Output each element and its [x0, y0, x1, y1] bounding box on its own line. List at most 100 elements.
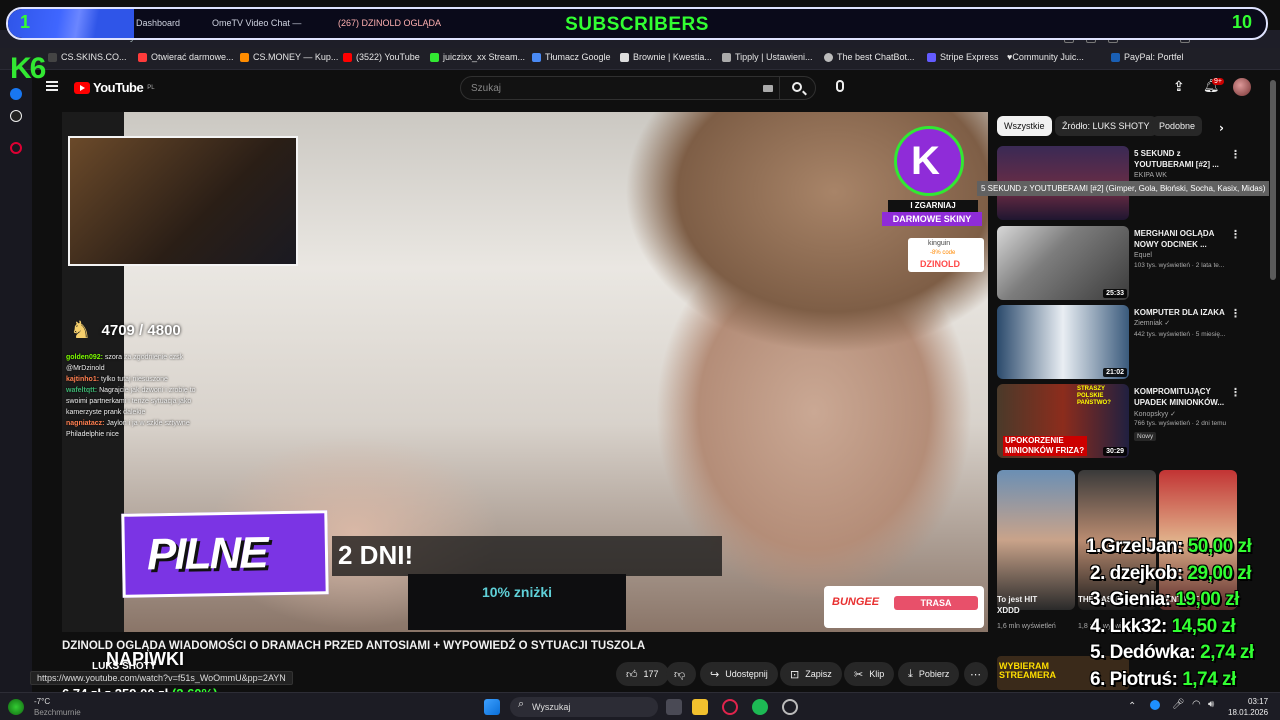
bookmark-2[interactable]: CS.MONEY — Kup... [240, 52, 338, 62]
tiktok-icon[interactable] [10, 110, 22, 122]
microphone-icon[interactable]: 🎤︎ [1172, 699, 1185, 710]
microphone-icon[interactable] [836, 80, 844, 92]
bookmark-9[interactable]: Stripe Express [927, 52, 999, 62]
more-actions-button[interactable]: ⋯ [964, 662, 988, 686]
spotify-icon[interactable] [752, 699, 768, 715]
thumbs-up-icon: 👍︎ [626, 667, 638, 681]
bookmark-3[interactable]: (3522) YouTube [343, 52, 420, 62]
bookmark-11[interactable]: PayPal: Portfel [1111, 52, 1184, 62]
rec-title[interactable]: MERGHANI OGLĄDA NOWY ODCINEK ... [1134, 228, 1226, 250]
more-icon[interactable]: ⋮ [1230, 228, 1241, 241]
bookmark-label: Tłumacz Google [545, 52, 611, 62]
bookmark-icon: ⊡ [790, 667, 800, 681]
avatar[interactable] [1233, 78, 1251, 96]
tray-icon[interactable] [1150, 700, 1160, 710]
search-button[interactable] [779, 77, 815, 99]
thumbs-down-icon: 👎︎ [674, 667, 686, 681]
rec-title[interactable]: KOMPUTER DLA IZAKA [1134, 307, 1226, 318]
bookmark-icon [824, 52, 833, 62]
notification-badge: 9+ [1212, 78, 1224, 85]
leaderboard-row: 3. Gienia: 19,00 zł [1090, 589, 1239, 611]
create-icon[interactable]: ⇪ [1173, 80, 1185, 94]
bookmark-label: CS.SKINS.CO... [61, 52, 127, 62]
short-thumbnail[interactable] [997, 470, 1075, 610]
rec-channel[interactable]: Ziemniak ✓ [1134, 319, 1170, 327]
share-button[interactable]: ↪ Udostępnij [700, 662, 778, 686]
recommendation-item[interactable]: 25:33 MERGHANI OGLĄDA NOWY ODCINEK ... E… [997, 226, 1247, 302]
bookmark-6[interactable]: Brownie | Kwestia... [620, 52, 712, 62]
app-icon[interactable] [782, 699, 798, 715]
chevron-up-icon[interactable]: ⌃ [1128, 701, 1136, 712]
clip-button[interactable]: ✂ Klip [844, 662, 895, 686]
taskbar-search[interactable]: Wyszukaj [510, 697, 658, 717]
like-button[interactable]: 👍︎ 177 [616, 662, 669, 686]
bookmark-1[interactable]: Otwierać darmowe... [138, 52, 234, 62]
bookmark-8[interactable]: The best ChatBot... [824, 52, 915, 62]
volume-icon[interactable]: 🔊︎ [1208, 699, 1214, 710]
rec-channel[interactable]: Equel [1134, 252, 1152, 259]
chat-message: kamerzyste prank dalekie [66, 407, 216, 418]
bookmark-label: ♥Community Juic... [1007, 52, 1084, 62]
rec-title[interactable]: 5 SEKUND z YOUTUBERAMI [#2] ... [1134, 148, 1226, 170]
video-thumbnail[interactable]: 21:02 [997, 305, 1129, 379]
video-thumbnail[interactable]: UPOKORZENIE MINIONKÓW FRIZA? STRASZY POL… [997, 384, 1129, 458]
bookmark-4[interactable]: juiczixx_xx Stream... [430, 52, 525, 62]
chat-message: swoimi partnerkami i tenże sytuacja jako [66, 396, 216, 407]
more-icon[interactable]: ⋮ [1230, 307, 1241, 320]
bookmark-10[interactable]: ♥Community Juic... [1007, 52, 1084, 62]
windows-start-icon[interactable] [484, 699, 500, 715]
video-thumbnail[interactable]: 25:33 [997, 226, 1129, 300]
messenger-icon[interactable] [10, 88, 22, 100]
dislike-button[interactable]: 👎︎ [666, 662, 696, 686]
keyboard-icon[interactable] [763, 85, 773, 92]
download-button[interactable]: ⤓ Pobierz [898, 662, 960, 686]
chevron-right-icon[interactable]: › [1219, 121, 1224, 135]
share-label: Udostępnij [725, 669, 768, 679]
recommendation-item[interactable]: 21:02 KOMPUTER DLA IZAKA Ziemniak ✓ 442 … [997, 305, 1247, 381]
rec-title[interactable]: KOMPROMITUJĄCY UPADEK MINIONKÓW... [1134, 386, 1226, 408]
bookmark-5[interactable]: Tłumacz Google [532, 52, 611, 62]
bookmark-7[interactable]: Tipply | Ustawieni... [722, 52, 813, 62]
menu-icon[interactable] [46, 81, 58, 91]
bookmark-label: Brownie | Kwestia... [633, 52, 712, 62]
donor-name: 4. Lkk32: [1090, 615, 1167, 637]
wifi-icon[interactable]: ◠ [1192, 699, 1201, 710]
youtube-wordmark: YouTube [93, 80, 144, 95]
youtube-logo[interactable]: YouTube PL [74, 80, 155, 95]
kinguin-code: -8% code [930, 250, 956, 256]
app-icon[interactable] [8, 699, 24, 715]
more-icon[interactable]: ⋮ [1230, 148, 1241, 161]
chip-related[interactable]: Podobne [1152, 116, 1203, 136]
bookmark-label: (3522) YouTube [356, 52, 420, 62]
opera-icon[interactable] [722, 699, 738, 715]
rec-channel[interactable]: EKIPA WK [1134, 172, 1167, 179]
bookmark-label: Stripe Express [940, 52, 999, 62]
chip-all[interactable]: Wszystkie [997, 116, 1052, 136]
short-title[interactable]: To jest HIT XDDD [997, 594, 1059, 616]
donor-name: 3. Gienia: [1090, 589, 1171, 611]
scrollbar[interactable] [1270, 80, 1276, 280]
subscriber-goal-target: 10 [1231, 12, 1252, 32]
save-button[interactable]: ⊡ Zapisz [780, 662, 842, 686]
search-input[interactable] [471, 81, 731, 95]
subscriber-goal-bar: Dashboard OmeTV Video Chat — (267) DZINO… [6, 7, 1268, 40]
recommendation-item[interactable]: UPOKORZENIE MINIONKÓW FRIZA? STRASZY POL… [997, 384, 1247, 460]
video-player[interactable]: ♞ 4709 / 4800 golden092: szora za zgodni… [62, 112, 988, 632]
task-view-icon[interactable] [666, 699, 682, 715]
chip-source[interactable]: Źródło: LUKS SHOTY [1055, 116, 1157, 136]
donation-amount: 1,74 zł [1182, 669, 1236, 690]
clock[interactable]: 03:17 18.01.2026 [1228, 696, 1268, 718]
file-explorer-icon[interactable] [692, 699, 708, 715]
rec-channel[interactable]: Konopskyy ✓ [1134, 410, 1176, 418]
chat-message: @MrDzinold [66, 363, 216, 374]
bits-goal: ♞ 4709 / 4800 [70, 316, 181, 344]
weather-widget[interactable]: -7°C Bezchmurnie [34, 696, 81, 718]
chat-text: @MrDzinold [66, 365, 105, 372]
more-icon: ⋯ [970, 667, 981, 681]
history-icon[interactable] [10, 142, 22, 154]
sponsor-line-2: DARMOWE SKINY [882, 212, 982, 226]
bookmark-0[interactable]: CS.SKINS.CO... [48, 52, 127, 62]
bookmark-label: The best ChatBot... [837, 52, 915, 62]
stream-chat: golden092: szora za zgodnienie czsk @MrDz… [66, 352, 216, 440]
more-icon[interactable]: ⋮ [1230, 386, 1241, 399]
